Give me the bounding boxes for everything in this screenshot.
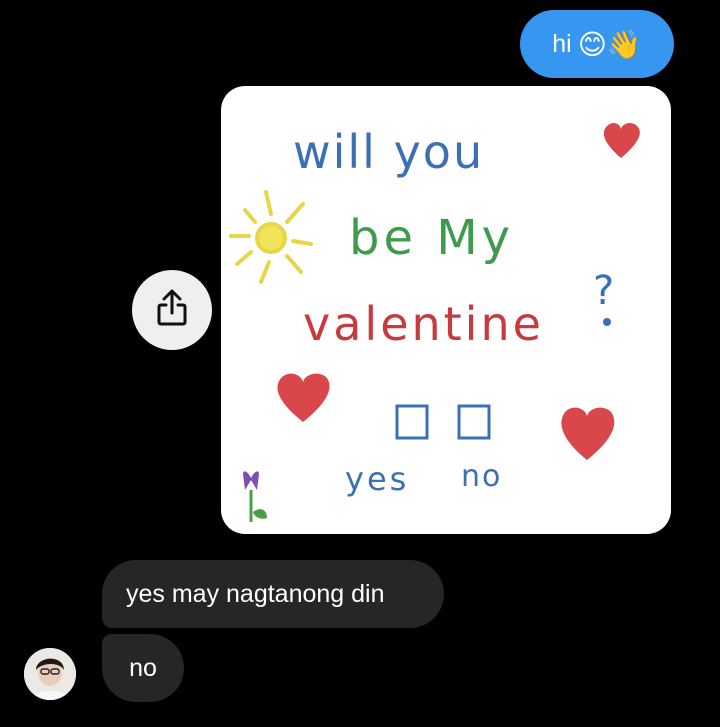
image-text-yes: yes (345, 460, 409, 498)
incoming-message-bubble[interactable]: yes may nagtanong din (102, 560, 444, 628)
outgoing-message-emojis: 😊👋 (577, 27, 642, 61)
share-button[interactable] (132, 270, 212, 350)
image-text-no: no (461, 459, 502, 494)
heart-left (277, 373, 330, 422)
image-text-be-my: be My (349, 210, 514, 266)
checkbox-no (457, 404, 491, 440)
outgoing-message-bubble[interactable]: hi 😊👋 (520, 10, 674, 78)
image-text-valentine: valentine (303, 297, 544, 351)
tulip-drawing (243, 471, 267, 522)
image-text-will-you: will you (293, 125, 484, 179)
incoming-message-bubble[interactable]: no (102, 634, 184, 702)
outgoing-message-text: hi (552, 29, 572, 58)
checkbox-yes (395, 404, 429, 440)
heart-top-right (603, 123, 640, 158)
avatar[interactable] (24, 648, 76, 700)
incoming-message-text: no (129, 653, 157, 682)
sun-drawing (229, 190, 313, 284)
chat-thread: hi 😊👋 will you be My valentine ? yes no … (0, 0, 720, 727)
image-text-question-mark: ? (593, 268, 614, 314)
incoming-message-text: yes may nagtanong din (126, 579, 385, 608)
heart-right (561, 407, 615, 460)
share-icon (155, 289, 189, 332)
shared-image[interactable]: will you be My valentine ? yes no (221, 86, 671, 534)
